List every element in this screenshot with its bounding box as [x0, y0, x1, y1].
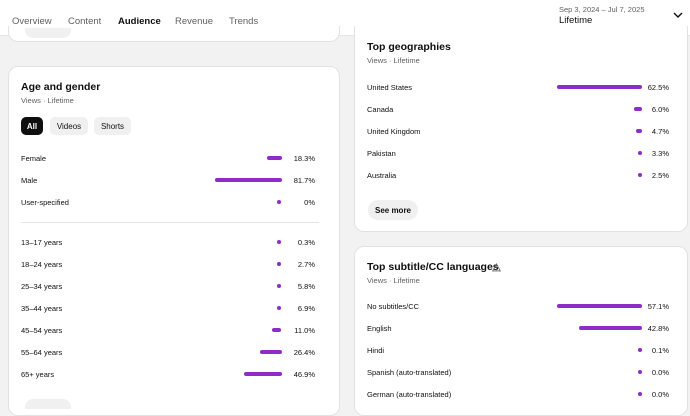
filter-chip-all[interactable]: All	[21, 117, 43, 135]
age-bar	[272, 328, 281, 332]
age-gender-card: Age and gender Views · Lifetime All Vide…	[8, 66, 340, 416]
gender-bar	[277, 200, 281, 204]
filter-chip-shorts[interactable]: Shorts	[94, 117, 131, 135]
age-row-13-17: 13–17 years 0.3%	[21, 238, 315, 247]
top-geographies-card: Top geographies Views · Lifetime United …	[354, 26, 688, 232]
geo-row: United Kingdom 4.7%	[367, 127, 669, 136]
language-row: No subtitles/CC 57.1%	[367, 302, 669, 311]
age-row-25-34: 25–34 years 5.8%	[21, 282, 315, 291]
geo-row: Pakistan 3.3%	[367, 149, 669, 158]
age-row-65-plus: 65+ years 46.9%	[21, 370, 315, 379]
gender-row-female: Female 18.3%	[21, 154, 315, 163]
top-languages-card: Top subtitle/CC languages Views · Lifeti…	[354, 246, 688, 416]
age-row-45-54: 45–54 years 11.0%	[21, 326, 315, 335]
geo-bar	[638, 151, 642, 155]
geo-row: United States 62.5%	[367, 83, 669, 92]
warning-icon[interactable]	[492, 263, 501, 272]
date-range-text[interactable]: Sep 3, 2024 – Jul 7, 2025	[559, 5, 645, 14]
card-subtitle: Views · Lifetime	[21, 96, 74, 105]
language-bar	[638, 392, 642, 396]
geo-row: Australia 2.5%	[367, 171, 669, 180]
period-label[interactable]: Lifetime	[559, 15, 592, 26]
age-row-55-64: 55–64 years 26.4%	[21, 348, 315, 357]
geo-bar	[638, 173, 642, 177]
gender-bar	[267, 156, 282, 160]
gender-bar	[215, 178, 282, 182]
previous-card-button-stub[interactable]	[25, 28, 71, 38]
card-subtitle: Views · Lifetime	[367, 276, 420, 285]
geo-row: Canada 6.0%	[367, 105, 669, 114]
language-row: English 42.8%	[367, 324, 669, 333]
geo-bar	[634, 107, 642, 111]
card-title: Top geographies	[367, 41, 451, 53]
previous-card-bottom	[8, 26, 340, 42]
age-bar	[260, 350, 282, 354]
gender-row-user-specified: User-specified 0%	[21, 198, 315, 207]
card-title: Top subtitle/CC languages	[367, 261, 499, 273]
see-more-button[interactable]: See more	[368, 200, 418, 220]
age-bar	[244, 372, 282, 376]
age-card-button-stub[interactable]	[25, 399, 71, 409]
language-row: Hindi 0.1%	[367, 346, 669, 355]
geo-bar	[636, 129, 642, 133]
age-row-35-44: 35–44 years 6.9%	[21, 304, 315, 313]
language-bar	[638, 348, 642, 352]
language-bar	[638, 370, 642, 374]
language-bar	[557, 304, 642, 308]
filter-chip-videos[interactable]: Videos	[50, 117, 88, 135]
age-bar	[277, 284, 281, 288]
language-bar	[579, 326, 642, 330]
card-subtitle: Views · Lifetime	[367, 56, 420, 65]
language-row: Spanish (auto-translated) 0.0%	[367, 368, 669, 377]
section-divider	[21, 222, 319, 223]
language-row: German (auto-translated) 0.0%	[367, 390, 669, 399]
age-bar	[277, 262, 281, 266]
age-row-18-24: 18–24 years 2.7%	[21, 260, 315, 269]
age-bar	[277, 306, 281, 310]
card-title: Age and gender	[21, 81, 101, 93]
geo-bar	[557, 85, 642, 89]
age-bar	[277, 240, 281, 244]
chevron-down-icon[interactable]	[672, 10, 684, 20]
gender-row-male: Male 81.7%	[21, 176, 315, 185]
